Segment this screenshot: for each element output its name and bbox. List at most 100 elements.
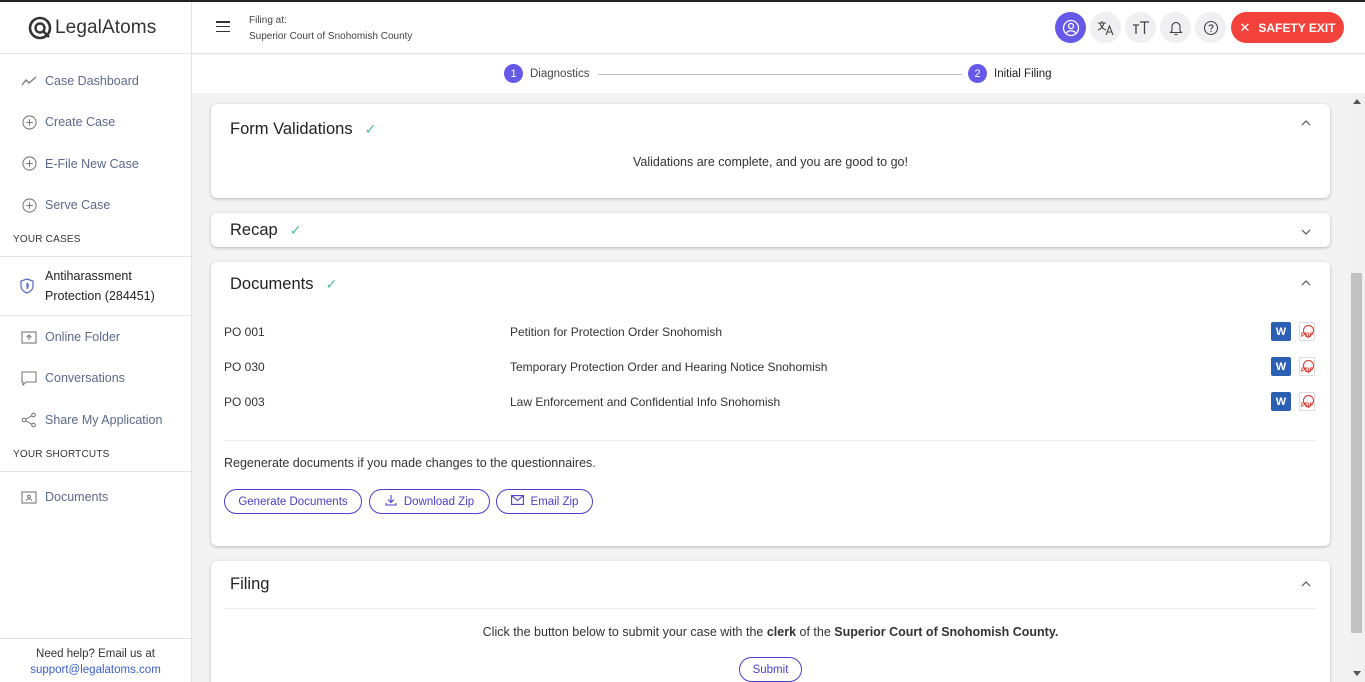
pdf-download-icon[interactable]: PDF <box>1299 392 1315 411</box>
nav-label: Documents <box>45 490 109 505</box>
user-account-icon[interactable] <box>1055 12 1086 43</box>
documents-card: Documents ✓ PO 001 Petition for Protecti… <box>211 262 1330 546</box>
step-initial-filing[interactable]: 2 Initial Filing <box>968 64 1052 83</box>
scroll-down-arrow-icon[interactable] <box>1353 671 1361 676</box>
court-name: Superior Court of Snohomish County <box>249 31 413 42</box>
help-icon[interactable] <box>1195 12 1226 43</box>
nav-label: Conversations <box>45 371 125 386</box>
step-diagnostics[interactable]: 1 Diagnostics <box>504 64 589 83</box>
logo[interactable]: LegalAtoms <box>0 2 191 54</box>
nav-create-case[interactable]: Create Case <box>0 102 191 144</box>
nav-label: Create Case <box>45 115 116 130</box>
mail-icon <box>510 495 524 508</box>
divider <box>224 440 1316 441</box>
stepper-connector <box>598 74 962 75</box>
document-code: PO 030 <box>224 360 265 374</box>
section-title: Filing <box>230 575 270 593</box>
document-folder-icon <box>20 488 38 506</box>
bell-icon[interactable] <box>1160 12 1191 43</box>
document-code: PO 003 <box>224 395 265 409</box>
sidebar: LegalAtoms Case Dashboard Create Case E-… <box>0 2 192 682</box>
section-title: Recap <box>230 221 278 239</box>
text-size-icon[interactable] <box>1125 12 1156 43</box>
chat-icon <box>20 369 38 387</box>
scroll-thumb[interactable] <box>1351 273 1362 633</box>
scroll-up-arrow-icon[interactable] <box>1353 99 1361 104</box>
filing-message: Click the button below to submit your ca… <box>211 625 1330 639</box>
step-label: Diagnostics <box>530 67 590 80</box>
nav-label: E-File New Case <box>45 156 139 171</box>
email-zip-button[interactable]: Email Zip <box>496 489 593 514</box>
button-label: Generate Documents <box>238 495 348 508</box>
form-validations-header[interactable]: Form Validations ✓ <box>230 120 376 139</box>
document-row: PO 030 Temporary Protection Order and He… <box>224 357 1316 377</box>
document-title: Law Enforcement and Confidential Info Sn… <box>510 395 781 409</box>
nav-online-folder[interactable]: Online Folder <box>0 316 191 358</box>
form-validations-card: Form Validations ✓ Validations are compl… <box>211 104 1330 198</box>
document-row: PO 003 Law Enforcement and Confidential … <box>224 392 1316 412</box>
your-cases-heading: YOUR CASES <box>13 234 81 245</box>
menu-icon[interactable] <box>216 21 230 33</box>
shield-icon <box>20 278 38 294</box>
document-row: PO 001 Petition for Protection Order Sno… <box>224 322 1316 342</box>
logo-text: LegalAtoms <box>55 16 157 38</box>
nav-conversations[interactable]: Conversations <box>0 358 191 400</box>
document-title: Petition for Protection Order Snohomish <box>510 325 723 339</box>
share-icon <box>20 411 38 429</box>
nav-label: Share My Application <box>45 412 163 427</box>
filing-msg-court: Superior Court of Snohomish County. <box>834 625 1059 639</box>
documents-header[interactable]: Documents ✓ <box>230 275 337 294</box>
nav-label: Serve Case <box>45 198 111 213</box>
download-icon <box>385 494 397 509</box>
word-download-icon[interactable]: W <box>1271 357 1291 376</box>
validation-message: Validations are complete, and you are go… <box>633 155 908 169</box>
button-label: Submit <box>752 663 789 676</box>
check-icon: ✓ <box>325 276 338 292</box>
nav-label: Case Dashboard <box>45 73 139 88</box>
your-shortcuts-heading: YOUR SHORTCUTS <box>13 448 110 460</box>
divider <box>224 608 1316 609</box>
case-item-antiharassment[interactable]: Antiharassment Protection (284451) <box>0 257 191 315</box>
pdf-download-icon[interactable]: PDF <box>1299 322 1315 341</box>
nav-case-dashboard[interactable]: Case Dashboard <box>0 60 191 102</box>
pdf-download-icon[interactable]: PDF <box>1299 357 1315 376</box>
nav-serve-case[interactable]: Serve Case <box>0 185 191 227</box>
chevron-up-icon[interactable] <box>1301 277 1311 287</box>
translate-icon[interactable] <box>1090 12 1121 43</box>
nav-share-my-application[interactable]: Share My Application <box>0 399 191 441</box>
help-text: Need help? Email us at <box>36 648 155 660</box>
safety-exit-label: SAFETY EXIT <box>1258 20 1336 35</box>
plus-circle-icon <box>20 113 38 131</box>
filing-header[interactable]: Filing <box>230 575 269 594</box>
folder-upload-icon <box>20 328 38 346</box>
download-zip-button[interactable]: Download Zip <box>369 489 490 514</box>
recap-card[interactable]: Recap ✓ <box>211 213 1330 247</box>
check-icon: ✓ <box>289 222 302 238</box>
section-title: Form Validations <box>230 120 353 138</box>
legalatoms-logo-icon <box>28 16 52 40</box>
chevron-up-icon[interactable] <box>1301 578 1311 588</box>
chevron-up-icon[interactable] <box>1301 117 1311 127</box>
vertical-scrollbar[interactable] <box>1349 93 1365 682</box>
nav-efile-new-case[interactable]: E-File New Case <box>0 143 191 185</box>
case-label-line2: Protection (284451) <box>45 289 155 303</box>
recap-header[interactable]: Recap ✓ <box>230 221 301 240</box>
submit-button[interactable]: Submit <box>739 657 802 682</box>
support-email-link[interactable]: support@legalatoms.com <box>30 664 161 676</box>
nav-label: Online Folder <box>45 329 121 344</box>
filing-msg-text: Click the button below to submit your ca… <box>482 625 767 639</box>
chevron-down-icon[interactable] <box>1301 227 1311 237</box>
step-number: 1 <box>504 64 523 83</box>
plus-circle-icon <box>20 155 38 173</box>
button-label: Download Zip <box>403 495 475 508</box>
filing-at-label: Filing at: <box>249 15 287 26</box>
word-download-icon[interactable]: W <box>1271 322 1291 341</box>
word-download-icon[interactable]: W <box>1271 392 1291 411</box>
step-label: Initial Filing <box>994 67 1052 80</box>
safety-exit-button[interactable]: ✕ SAFETY EXIT <box>1231 12 1344 43</box>
generate-documents-button[interactable]: Generate Documents <box>224 489 362 514</box>
shortcut-documents[interactable]: Documents <box>0 477 191 519</box>
filing-msg-text: of the <box>796 625 835 639</box>
help-footer: Need help? Email us at support@legalatom… <box>0 638 191 682</box>
main-content: Form Validations ✓ Validations are compl… <box>192 93 1349 682</box>
